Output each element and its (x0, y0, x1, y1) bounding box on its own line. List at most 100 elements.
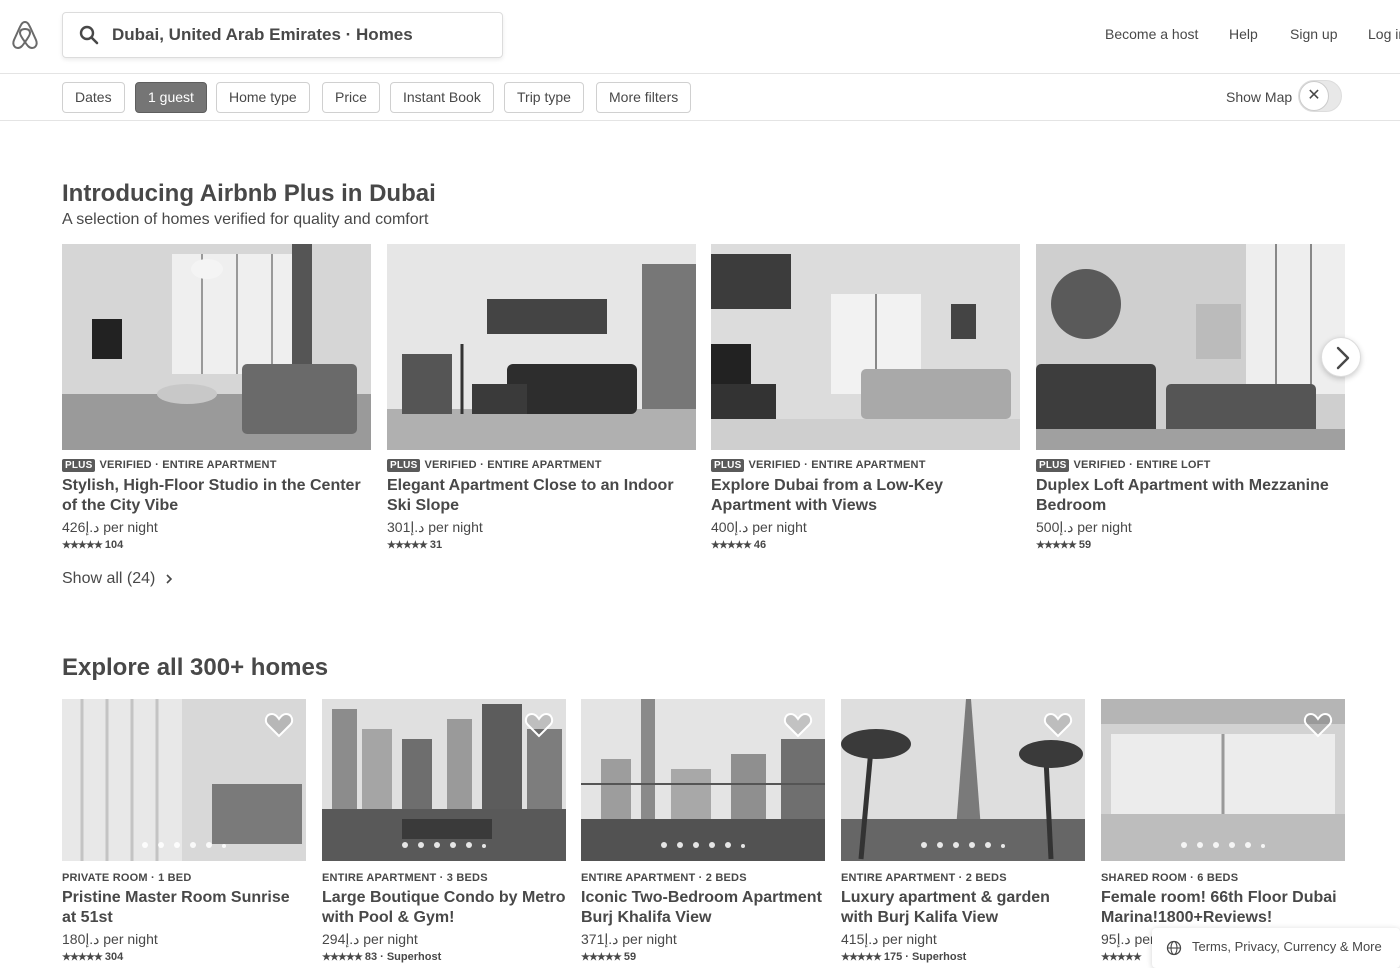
show-all-link[interactable]: Show all (24) (62, 570, 174, 588)
listing-kicker: VERIFIED · ENTIRE APARTMENT (748, 459, 926, 471)
airbnb-logo[interactable] (10, 18, 40, 50)
plus-badge: PLUS (62, 459, 96, 472)
star-rating: ★★★★★ (581, 952, 622, 963)
review-count: 59 (623, 951, 637, 963)
globe-icon (1166, 940, 1182, 956)
listing-photo[interactable] (1101, 699, 1345, 861)
filter-more-filters[interactable]: More filters (596, 82, 692, 113)
home-listing-card[interactable]: ENTIRE APARTMENT · 2 BEDS Luxury apartme… (841, 699, 1085, 963)
listing-title[interactable]: Stylish, High-Floor Studio in the Center… (62, 476, 371, 516)
listing-photo[interactable] (841, 699, 1085, 861)
close-icon: ✕ (1299, 81, 1329, 111)
listing-kicker: ENTIRE APARTMENT · 2 BEDS (841, 872, 1007, 884)
chevron-right-icon (166, 574, 172, 584)
listing-title[interactable]: Large Boutique Condo by Metro with Pool … (322, 888, 566, 928)
filter-instant-book[interactable]: Instant Book (390, 82, 494, 113)
plus-section-title: Introducing Airbnb Plus in Dubai (62, 180, 436, 207)
carousel-dots (62, 835, 306, 853)
listing-price: 180د.إ per night (62, 931, 158, 947)
listing-kicker: SHARED ROOM · 6 BEDS (1101, 872, 1239, 884)
home-listing-card[interactable]: PRIVATE ROOM · 1 BED Pristine Master Roo… (62, 699, 306, 963)
filter-guests[interactable]: 1 guest (135, 82, 207, 113)
carousel-dots (322, 835, 566, 853)
carousel-dots (1101, 835, 1345, 853)
listing-photo[interactable] (581, 699, 825, 861)
review-count: 31 (429, 539, 443, 551)
star-rating: ★★★★★ (841, 952, 882, 963)
search-box[interactable]: Dubai, United Arab Emirates · Homes (62, 12, 503, 58)
listing-title[interactable]: Iconic Two-Bedroom Apartment Burj Khalif… (581, 888, 825, 928)
nav-log-in[interactable]: Log in (1368, 26, 1400, 42)
review-count: 83 · Superhost (364, 951, 442, 963)
listing-photo[interactable] (387, 244, 696, 450)
heart-icon[interactable] (264, 711, 294, 739)
nav-sign-up[interactable]: Sign up (1290, 26, 1337, 42)
filter-home-type[interactable]: Home type (216, 82, 310, 113)
review-count: 46 (753, 539, 767, 551)
search-input[interactable]: Dubai, United Arab Emirates · Homes (112, 25, 413, 45)
filter-dates[interactable]: Dates (62, 82, 125, 113)
star-rating: ★★★★★ (62, 952, 103, 963)
listing-kicker: ENTIRE APARTMENT · 2 BEDS (581, 872, 747, 884)
filter-trip-type[interactable]: Trip type (504, 82, 584, 113)
nav-become-host[interactable]: Become a host (1105, 26, 1198, 42)
star-rating: ★★★★★ (711, 540, 752, 551)
plus-badge: PLUS (1036, 459, 1070, 472)
review-count: 104 (104, 539, 124, 551)
listing-title[interactable]: Female room! 66th Floor Dubai Marina!180… (1101, 888, 1345, 928)
star-rating: ★★★★★ (62, 540, 103, 551)
listing-photo[interactable] (62, 699, 306, 861)
listing-price: 400د.إ per night (711, 519, 807, 535)
heart-icon[interactable] (1303, 711, 1333, 739)
chevron-right-icon (1336, 346, 1350, 370)
plus-listing-card[interactable]: PLUS VERIFIED · ENTIRE LOFT Duplex Loft A… (1036, 244, 1345, 551)
plus-listing-card[interactable]: PLUS VERIFIED · ENTIRE APARTMENT Stylish,… (62, 244, 371, 551)
filter-price[interactable]: Price (322, 82, 380, 113)
explore-section-title: Explore all 300+ homes (62, 654, 329, 681)
listing-kicker: VERIFIED · ENTIRE LOFT (1073, 459, 1211, 471)
listing-price: 426د.إ per night (62, 519, 158, 535)
plus-badge: PLUS (387, 459, 421, 472)
listing-photo[interactable] (62, 244, 371, 450)
listing-title[interactable]: Explore Dubai from a Low-Key Apartment w… (711, 476, 1020, 516)
top-header: Dubai, United Arab Emirates · Homes Beco… (0, 0, 1400, 74)
show-map-toggle[interactable]: ✕ (1298, 80, 1342, 112)
star-rating: ★★★★★ (1101, 952, 1142, 963)
listing-price: 294د.إ per night (322, 931, 418, 947)
heart-icon[interactable] (524, 711, 554, 739)
listing-price: 371د.إ per night (581, 931, 677, 947)
review-count: 175 · Superhost (883, 951, 967, 963)
plus-listing-card[interactable]: PLUS VERIFIED · ENTIRE APARTMENT Explore … (711, 244, 1020, 551)
listing-title[interactable]: Luxury apartment & garden with Burj Kali… (841, 888, 1085, 928)
carousel-dots (581, 835, 825, 853)
review-count: 59 (1078, 539, 1092, 551)
footer-links-label: Terms, Privacy, Currency & More (1192, 939, 1382, 954)
listing-title[interactable]: Elegant Apartment Close to an Indoor Ski… (387, 476, 696, 516)
heart-icon[interactable] (1043, 711, 1073, 739)
nav-help[interactable]: Help (1229, 26, 1258, 42)
home-listing-card[interactable]: SHARED ROOM · 6 BEDS Female room! 66th F… (1101, 699, 1345, 963)
carousel-next-button[interactable] (1321, 337, 1361, 377)
footer-links-button[interactable]: Terms, Privacy, Currency & More (1152, 928, 1400, 968)
filter-bar: Dates 1 guest Home type Price Instant Bo… (0, 74, 1400, 121)
listing-photo[interactable] (711, 244, 1020, 450)
plus-section-subtitle: A selection of homes verified for qualit… (62, 211, 429, 228)
listing-price: 500د.إ per night (1036, 519, 1132, 535)
review-count: 304 (104, 951, 124, 963)
home-listing-card[interactable]: ENTIRE APARTMENT · 3 BEDS Large Boutique… (322, 699, 566, 963)
home-listing-card[interactable]: ENTIRE APARTMENT · 2 BEDS Iconic Two-Bed… (581, 699, 825, 963)
carousel-dots (841, 835, 1085, 853)
listing-price: 301د.إ per night (387, 519, 483, 535)
listing-title[interactable]: Pristine Master Room Sunrise at 51st (62, 888, 306, 928)
heart-icon[interactable] (783, 711, 813, 739)
listing-photo[interactable] (1036, 244, 1345, 450)
listing-kicker: PRIVATE ROOM · 1 BED (62, 872, 192, 884)
show-all-label: Show all (24) (62, 570, 156, 587)
show-map-label: Show Map (1226, 89, 1293, 105)
listing-title[interactable]: Duplex Loft Apartment with Mezzanine Bed… (1036, 476, 1345, 516)
listing-kicker: VERIFIED · ENTIRE APARTMENT (424, 459, 602, 471)
star-rating: ★★★★★ (387, 540, 428, 551)
listing-photo[interactable] (322, 699, 566, 861)
plus-listing-card[interactable]: PLUS VERIFIED · ENTIRE APARTMENT Elegant … (387, 244, 696, 551)
star-rating: ★★★★★ (1036, 540, 1077, 551)
